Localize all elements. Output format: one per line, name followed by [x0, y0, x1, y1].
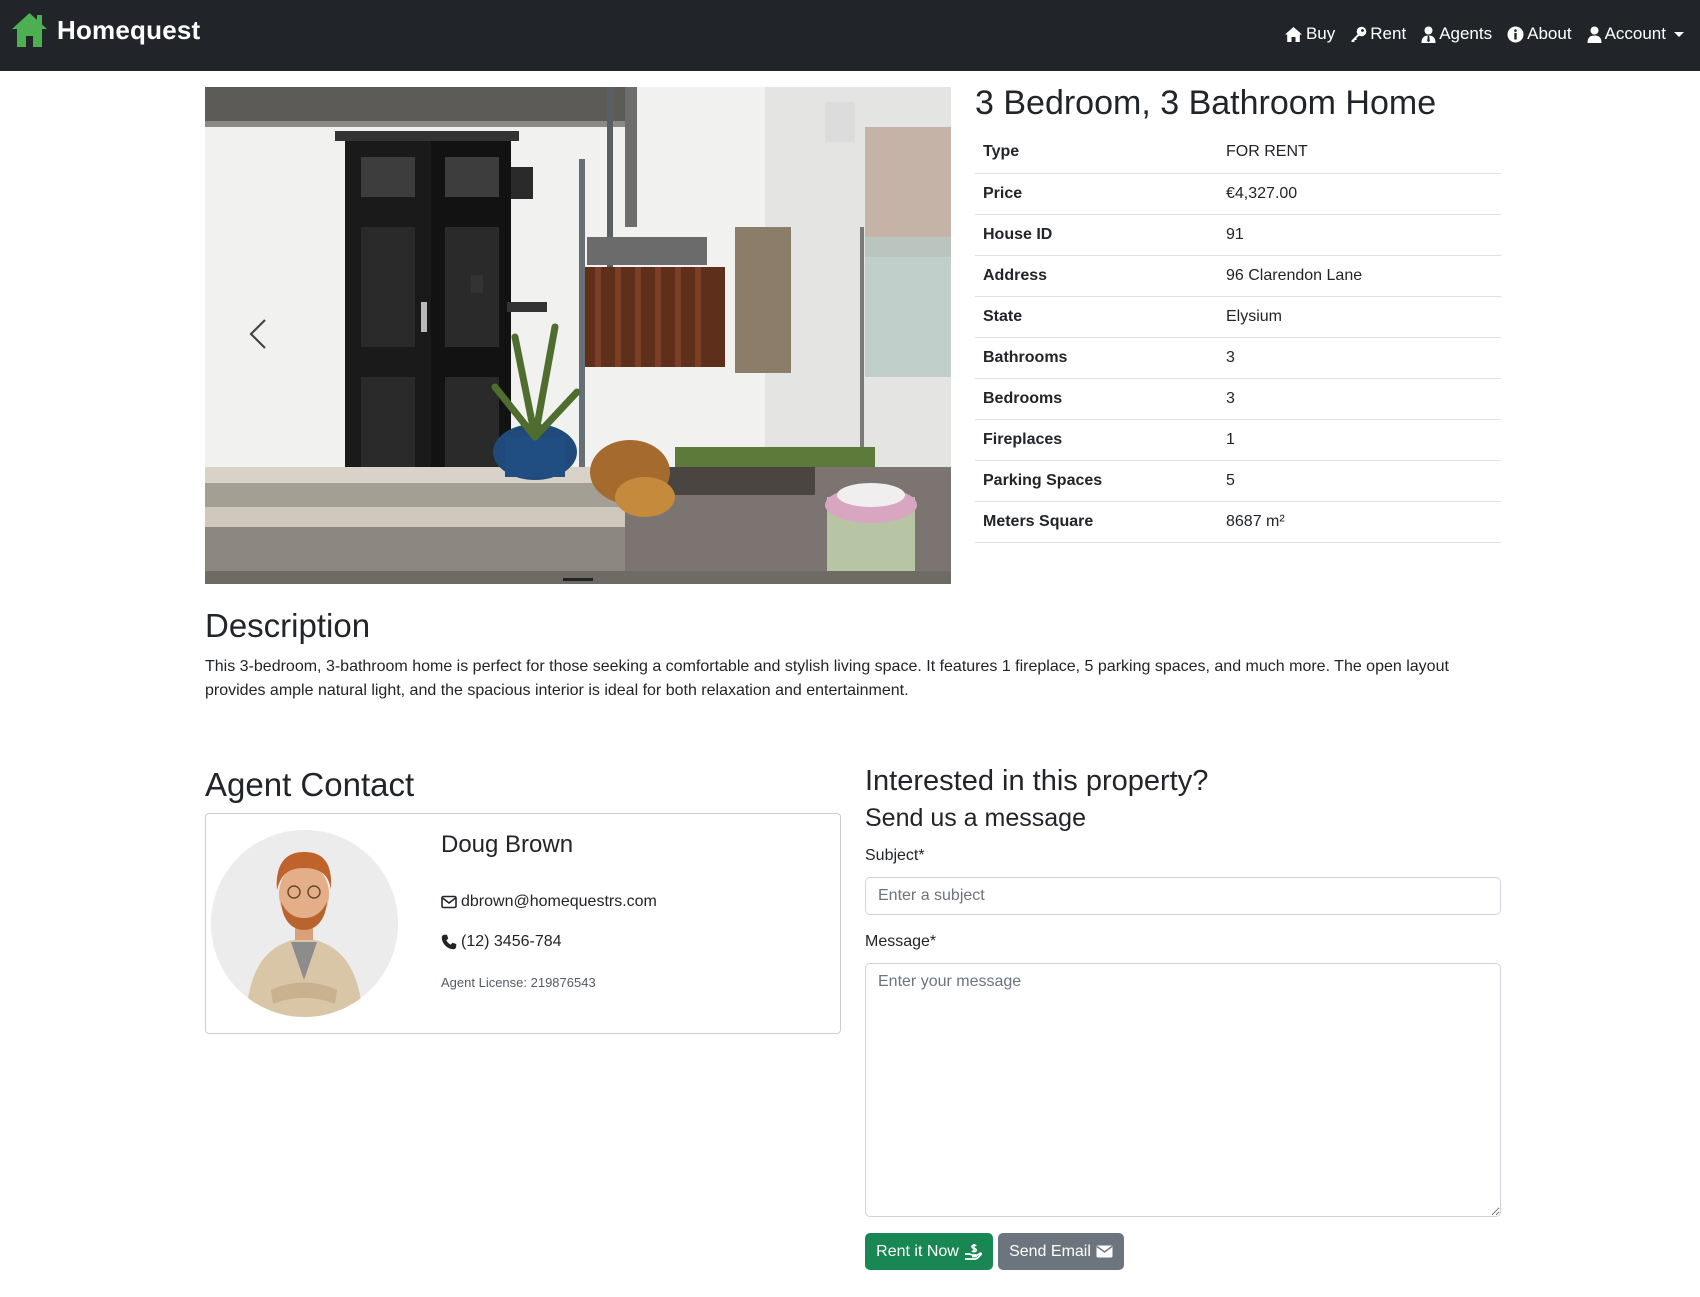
detail-key: Meters Square	[975, 501, 1218, 543]
nav-account-dropdown[interactable]: Account	[1587, 24, 1684, 44]
detail-value: 5	[1218, 460, 1501, 502]
form-subheading: Send us a message	[865, 804, 1086, 832]
agent-photo	[211, 830, 398, 1017]
email-button-label: Send Email	[1009, 1242, 1091, 1260]
top-navbar: Homequest Buy Rent Agents About Account	[0, 0, 1700, 71]
subject-label: Subject*	[865, 847, 925, 864]
user-icon	[1587, 26, 1602, 43]
nav-about-label: About	[1527, 24, 1572, 43]
agent-contact-heading: Agent Contact	[205, 766, 415, 803]
brand-name: Homequest	[57, 14, 201, 45]
carousel-prev-chevron-icon[interactable]	[235, 309, 285, 359]
detail-row: Bedrooms 3	[975, 378, 1501, 420]
detail-value: 91	[1218, 214, 1501, 256]
carousel-indicator-active[interactable]	[563, 578, 593, 581]
message-textarea[interactable]	[865, 963, 1501, 1217]
agent-phone[interactable]: (12) 3456-784	[441, 933, 562, 951]
detail-value: Elysium	[1218, 296, 1501, 338]
detail-value: 1	[1218, 419, 1501, 461]
nav-about[interactable]: About	[1507, 24, 1572, 44]
hand-holding-dollar-icon	[964, 1244, 982, 1260]
property-image-carousel[interactable]	[205, 87, 951, 584]
envelope-icon	[441, 895, 457, 909]
detail-value: 3	[1218, 337, 1501, 379]
property-title: 3 Bedroom, 3 Bathroom Home	[975, 84, 1437, 122]
form-heading: Interested in this property?	[865, 765, 1209, 797]
detail-key: Address	[975, 255, 1218, 297]
description-heading: Description	[205, 607, 371, 644]
detail-value: 3	[1218, 378, 1501, 420]
detail-row: Bathrooms 3	[975, 337, 1501, 379]
rent-button-label: Rent it Now	[876, 1242, 959, 1260]
nav-agents-label: Agents	[1439, 24, 1493, 43]
nav-links: Buy Rent Agents About Account	[1269, 24, 1684, 44]
property-photo	[205, 87, 951, 584]
detail-key: State	[975, 296, 1218, 338]
house-logo-icon	[12, 13, 47, 47]
send-email-button[interactable]: Send Email	[998, 1233, 1124, 1270]
detail-value: €4,327.00	[1218, 173, 1501, 215]
key-icon	[1351, 26, 1367, 42]
agent-name: Doug Brown	[441, 831, 574, 858]
detail-value: FOR RENT	[1218, 132, 1501, 174]
description-text: This 3-bedroom, 3-bathroom home is perfe…	[205, 658, 1449, 699]
detail-value: 8687 m²	[1218, 501, 1501, 543]
home-icon	[1284, 26, 1302, 42]
nav-account-label: Account	[1604, 24, 1666, 43]
detail-row: Fireplaces 1	[975, 419, 1501, 461]
detail-value: 96 Clarendon Lane	[1218, 255, 1501, 297]
detail-row: State Elysium	[975, 296, 1501, 338]
agent-phone-text: (12) 3456-784	[461, 933, 562, 950]
user-tie-icon	[1421, 26, 1436, 43]
agent-license: Agent License: 219876543	[441, 975, 596, 990]
nav-rent-label: Rent	[1370, 24, 1407, 43]
agent-card: Doug Brown dbrown@homequestrs.com (12) 3…	[205, 813, 841, 1034]
detail-row: Type FOR RENT	[975, 132, 1501, 174]
detail-key: Bedrooms	[975, 378, 1218, 420]
agent-email[interactable]: dbrown@homequestrs.com	[441, 893, 657, 911]
detail-key: Bathrooms	[975, 337, 1218, 379]
detail-row: House ID 91	[975, 214, 1501, 256]
agent-avatar	[211, 830, 398, 1017]
nav-rent[interactable]: Rent	[1350, 24, 1406, 44]
detail-key: Parking Spaces	[975, 460, 1218, 502]
nav-buy[interactable]: Buy	[1284, 24, 1335, 44]
subject-input[interactable]	[865, 877, 1501, 915]
detail-key: Type	[975, 132, 1218, 174]
info-circle-icon	[1507, 26, 1524, 42]
brand[interactable]: Homequest	[11, 12, 200, 48]
nav-buy-label: Buy	[1305, 24, 1336, 43]
detail-key: House ID	[975, 214, 1218, 256]
rent-it-now-button[interactable]: Rent it Now	[865, 1233, 993, 1270]
detail-row: Parking Spaces 5	[975, 460, 1501, 502]
chevron-down-icon	[1674, 31, 1684, 37]
detail-key: Fireplaces	[975, 419, 1218, 461]
property-details-table: Type FOR RENT Price €4,327.00 House ID 91 Addr…	[975, 132, 1501, 543]
detail-key: Price	[975, 173, 1218, 215]
envelope-icon	[1096, 1245, 1113, 1258]
detail-row: Meters Square 8687 m²	[975, 501, 1501, 543]
message-label: Message*	[865, 933, 937, 950]
phone-icon	[441, 934, 457, 950]
agent-email-text: dbrown@homequestrs.com	[461, 893, 657, 910]
detail-row: Address 96 Clarendon Lane	[975, 255, 1501, 297]
nav-agents[interactable]: Agents	[1421, 24, 1492, 44]
detail-row: Price €4,327.00	[975, 173, 1501, 215]
